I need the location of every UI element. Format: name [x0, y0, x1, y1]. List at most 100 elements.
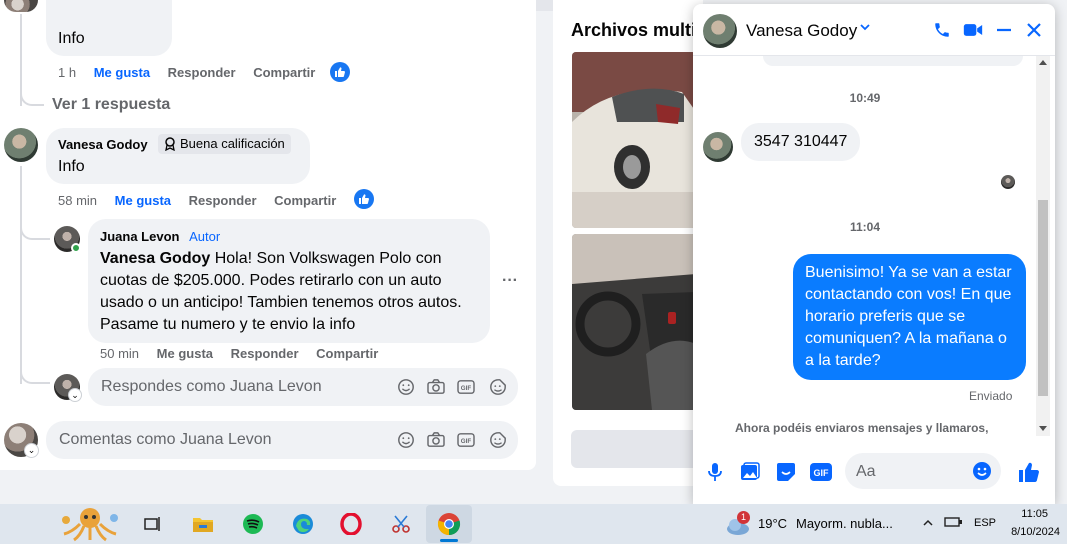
avatar-dropdown-icon[interactable]: ⌄: [24, 443, 39, 458]
thread-line: [20, 166, 22, 384]
close-icon[interactable]: [1023, 19, 1045, 41]
reply-link[interactable]: Responder: [168, 65, 236, 80]
opera-icon[interactable]: [334, 508, 368, 540]
contact-name[interactable]: Vanesa Godoy: [746, 21, 857, 41]
reply-time: 50 min: [100, 346, 140, 361]
sticker-icon[interactable]: [488, 377, 508, 397]
weather-desc[interactable]: Mayorm. nubla...: [796, 516, 893, 531]
outgoing-message: Buenisimo! Ya se van a estar contactando…: [793, 254, 1026, 380]
chrome-icon[interactable]: [432, 508, 466, 540]
network-icon[interactable]: [944, 515, 964, 534]
comment-text: Info: [58, 158, 85, 175]
sticker-icon[interactable]: [488, 430, 508, 450]
clock-date[interactable]: 8/10/2024: [998, 526, 1060, 538]
comment-input[interactable]: Comentas como Juana Levon GIF: [46, 421, 518, 459]
prev-message-fragment: [763, 56, 1023, 66]
snipping-tool-icon[interactable]: [384, 508, 418, 540]
badge-label: Buena calificación: [180, 136, 285, 151]
share-link[interactable]: Compartir: [316, 346, 378, 361]
media-panel-title: Archivos multi: [571, 20, 697, 40]
gif-icon[interactable]: GIF: [456, 377, 476, 397]
photo-icon[interactable]: [738, 460, 762, 484]
camera-icon[interactable]: [426, 430, 446, 450]
incoming-message: 3547 310447: [741, 123, 861, 161]
scroll-up-icon[interactable]: [1039, 60, 1047, 65]
reply-author: Juana Levon Autor: [100, 229, 220, 244]
contact-avatar[interactable]: [703, 14, 737, 48]
thread-curve: [20, 88, 44, 106]
tray-chevron-up-icon[interactable]: [922, 516, 934, 534]
mention-link[interactable]: Vanesa Godoy: [100, 250, 210, 267]
language-indicator[interactable]: ESP: [974, 517, 996, 529]
reply-author-name[interactable]: Juana Levon: [100, 229, 179, 244]
like-reaction-icon[interactable]: [330, 62, 350, 82]
notification-badge: 1: [737, 511, 750, 524]
media-photo-car-interior[interactable]: [572, 234, 696, 410]
emoji-icon[interactable]: [396, 430, 416, 450]
gif-icon[interactable]: GIF: [456, 430, 476, 450]
camera-icon[interactable]: [426, 377, 446, 397]
share-link[interactable]: Compartir: [274, 193, 336, 208]
like-link[interactable]: Me gusta: [94, 65, 150, 80]
microphone-icon[interactable]: [705, 460, 725, 484]
share-link[interactable]: Compartir: [253, 65, 315, 80]
timestamp: 10:49: [849, 91, 881, 105]
emoji-icon[interactable]: [396, 377, 416, 397]
edge-browser-icon[interactable]: [286, 508, 320, 540]
timestamp: 11:04: [849, 220, 881, 234]
scrollbar-thumb[interactable]: [1038, 200, 1048, 396]
file-explorer-icon[interactable]: [186, 508, 220, 540]
task-view-icon[interactable]: [136, 508, 170, 540]
reply-link[interactable]: Responder: [189, 193, 257, 208]
emoji-icon[interactable]: [971, 460, 993, 482]
outgoing-message-text: Buenisimo! Ya se van a estar contactando…: [805, 264, 1012, 369]
reply-input[interactable]: Respondes como Juana Levon GIF: [88, 368, 518, 406]
status-badge: Buena calificación: [158, 134, 291, 154]
media-photo-car-exterior[interactable]: [572, 52, 696, 228]
weather-temp[interactable]: 19°C: [758, 516, 787, 531]
svg-text:GIF: GIF: [461, 385, 472, 392]
svg-text:GIF: GIF: [461, 438, 472, 445]
sticker-icon[interactable]: [774, 460, 798, 484]
incoming-message-text: 3547 310447: [754, 133, 848, 150]
badge-icon: [164, 137, 176, 157]
thread-curve: [20, 366, 50, 384]
scroll-down-icon[interactable]: [1039, 426, 1047, 431]
thread-curve: [20, 222, 50, 240]
reply-link[interactable]: Responder: [231, 346, 299, 361]
spotify-icon[interactable]: [236, 508, 270, 540]
like-reaction-icon[interactable]: [354, 189, 374, 209]
reply-input-placeholder: Respondes como Juana Levon: [101, 378, 322, 395]
comment-input-placeholder: Comentas como Juana Levon: [59, 431, 272, 448]
comment-text: Info: [58, 30, 85, 47]
message-status: Enviado: [969, 389, 1013, 403]
comment-time: 1 h: [58, 65, 77, 80]
media-panel-button[interactable]: [571, 430, 701, 468]
video-call-icon[interactable]: [961, 19, 985, 41]
avatar-dropdown-icon[interactable]: ⌄: [68, 388, 82, 402]
gif-icon[interactable]: GIF: [808, 460, 834, 484]
comment-actions: 58 min Me gusta Responder Compartir: [58, 193, 350, 208]
minimize-icon[interactable]: [993, 19, 1015, 41]
like-link[interactable]: Me gusta: [157, 346, 213, 361]
phone-icon[interactable]: [931, 19, 953, 41]
author-tag: Autor: [189, 229, 221, 244]
view-replies-link[interactable]: Ver 1 respuesta: [52, 96, 170, 114]
comment-time: 58 min: [58, 193, 98, 208]
comment-author[interactable]: Vanesa Godoy: [58, 137, 148, 152]
message-input[interactable]: Aa: [845, 453, 1001, 489]
comment-bubble: Vanesa Godoy Buena calificación Info: [46, 128, 310, 184]
reply-actions: 50 min Me gusta Responder Compartir: [100, 346, 392, 361]
thumbs-up-icon[interactable]: [1015, 458, 1043, 486]
chat-notice: Ahora podéis enviaros mensajes y llamaro…: [735, 421, 989, 435]
online-indicator: [71, 243, 81, 253]
comment-bubble: Info: [46, 0, 172, 56]
clock-time[interactable]: 11:05: [1008, 508, 1048, 520]
more-options-icon[interactable]: ···: [502, 272, 518, 290]
like-link[interactable]: Me gusta: [115, 193, 171, 208]
reply-text: Vanesa Godoy Hola! Son Volkswagen Polo c…: [100, 248, 484, 336]
contact-avatar: [703, 132, 733, 162]
chat-window: Vanesa Godoy 10:49 3547 310447 11:04 Bue…: [693, 4, 1055, 504]
start-button-octopus[interactable]: [56, 506, 124, 542]
chevron-down-icon[interactable]: [859, 20, 871, 38]
